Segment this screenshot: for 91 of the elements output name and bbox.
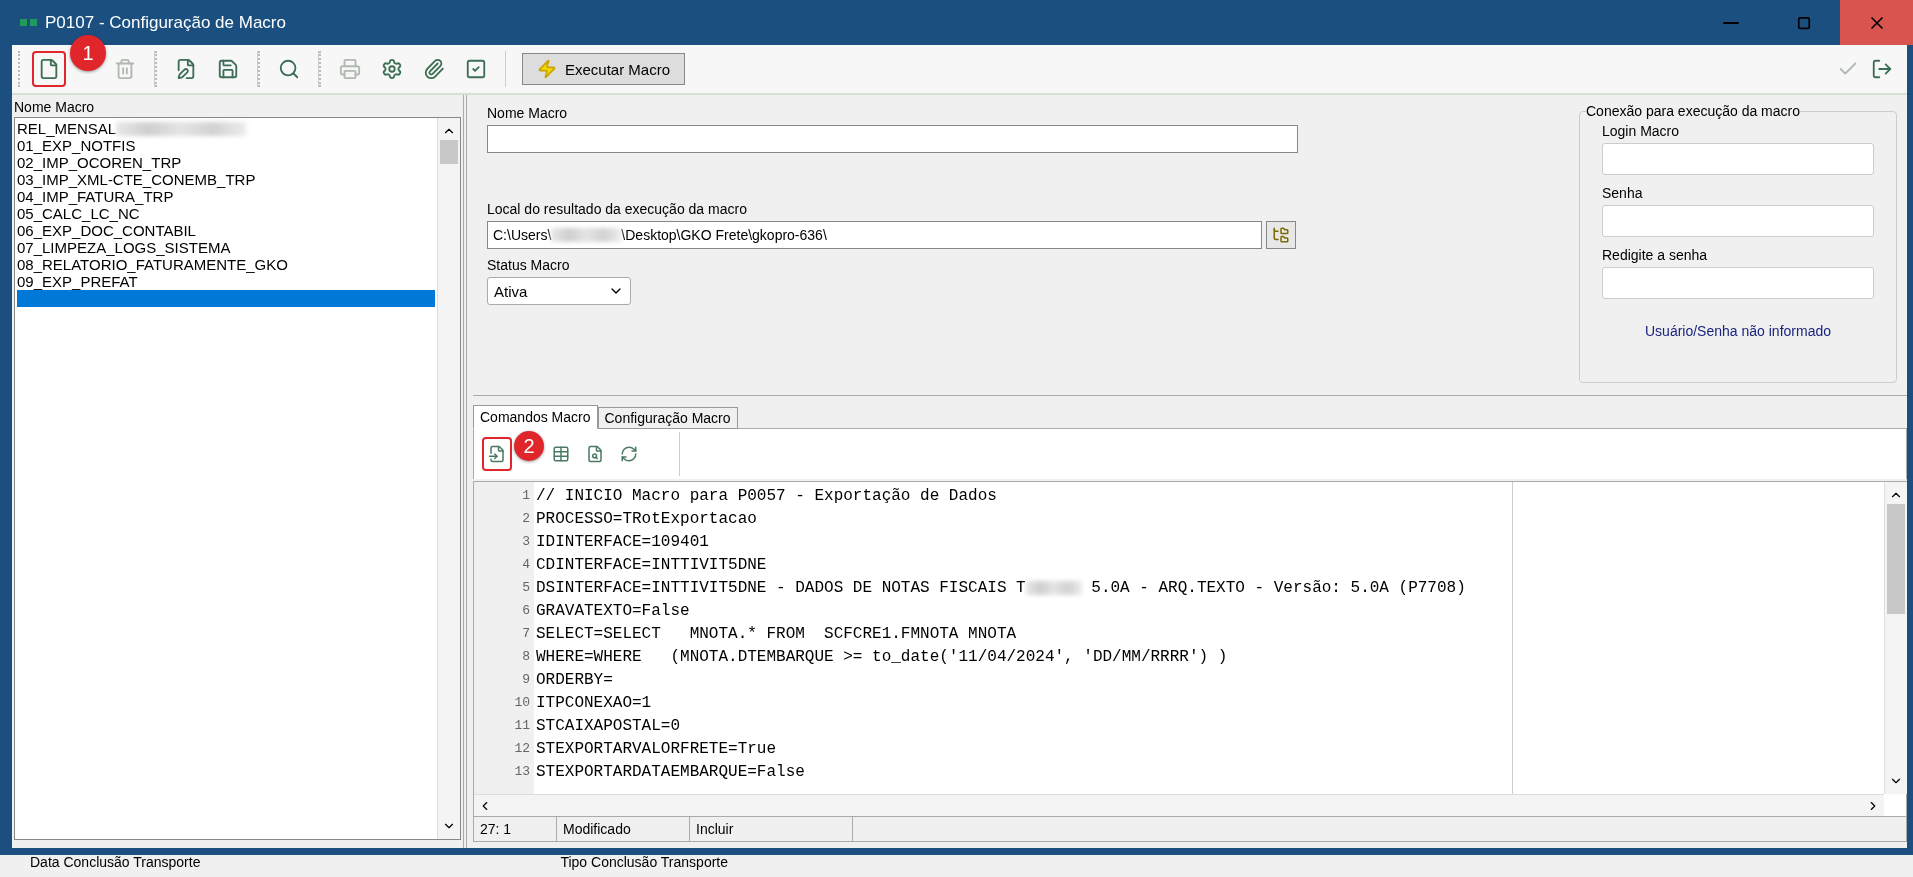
credentials-message: Usuário/Senha não informado xyxy=(1644,323,1832,339)
field-label: Login Macro xyxy=(1602,123,1681,139)
field-label: Redigite a senha xyxy=(1602,247,1709,263)
code-line: STEXPORTARVALORFRETE=True xyxy=(536,739,777,758)
table-icon xyxy=(552,445,570,463)
find-icon xyxy=(278,58,300,80)
code-line: WHERE=WHERE (MNOTA.DTEMBARQUE >= to_date('11/04/2024', 'DD/MM/RRRR') ) xyxy=(536,647,1228,666)
minimize-icon xyxy=(1722,21,1739,24)
macro-list-item[interactable]: 01_EXP_NOTFIS xyxy=(17,137,435,154)
result-path-field[interactable]: C:\Users\ \Desktop\GKO Frete\gkopro-636\ xyxy=(487,221,1262,249)
scrollbar[interactable] xyxy=(474,794,1884,816)
code-line: DSINTERFACE=INTTIVIT5DNE - DADOS DE NOTAS FISCAIS T xyxy=(536,578,1026,597)
background-label: Tipo Conclusão Transporte xyxy=(560,855,728,872)
status-text: Modificado xyxy=(557,817,690,841)
line-number: 10 xyxy=(513,695,531,710)
macro-list-item[interactable]: 04_IMP_FATURA_TRP xyxy=(17,188,435,205)
macro-name-field[interactable] xyxy=(487,125,1298,153)
macro-list-item[interactable]: 02_IMP_OCOREN_TRP xyxy=(17,154,435,171)
folder-tree-icon xyxy=(1272,226,1290,244)
line-number: 13 xyxy=(513,764,531,779)
status-text: Incluir xyxy=(690,817,853,841)
tab[interactable]: Configuração Macro xyxy=(597,407,738,429)
background-label: Data Conclusão Transporte xyxy=(30,855,201,872)
attach-icon xyxy=(423,58,445,80)
code-line: STCAIXAPOSTAL=0 xyxy=(536,716,681,735)
scrollbar[interactable] xyxy=(1884,482,1907,794)
code-line: ORDERBY= xyxy=(536,670,613,689)
code-line: SELECT=SELECT MNOTA.* FROM SCFCRE1.FMNOTA MNOTA xyxy=(536,624,1017,643)
code-line: CDINTERFACE=INTTIVIT5DNE xyxy=(536,555,767,574)
status-text: 27: 1 xyxy=(474,817,557,841)
refresh-icon xyxy=(620,445,638,463)
exit-icon xyxy=(1871,58,1893,80)
scroll-thumb[interactable] xyxy=(440,140,458,164)
search-icon xyxy=(586,445,604,463)
field-label: Nome Macro xyxy=(487,105,569,121)
code-line: ITPCONEXAO=1 xyxy=(536,693,652,712)
macro-list-item[interactable]: 03_IMP_XML-CTE_CONEMB_TRP xyxy=(17,171,435,188)
scroll-thumb[interactable] xyxy=(1887,504,1905,614)
callout-badge: 1 xyxy=(70,35,106,71)
line-number: 9 xyxy=(521,672,531,687)
app-icon xyxy=(20,19,37,26)
code-line: GRAVATEXTO=False xyxy=(536,601,690,620)
maximize-icon xyxy=(1796,15,1811,30)
code-line: PROCESSO=TRotExportacao xyxy=(536,509,757,528)
import-icon xyxy=(488,445,506,463)
macro-list-item[interactable]: REL_MENSAL xyxy=(17,120,435,137)
tab[interactable]: Comandos Macro xyxy=(473,405,598,429)
input-field[interactable] xyxy=(1602,143,1874,175)
field-label: Senha xyxy=(1602,185,1644,201)
line-number: 5 xyxy=(521,580,531,595)
scrollbar[interactable] xyxy=(437,118,460,839)
field-label: Status Macro xyxy=(487,257,571,273)
input-field[interactable] xyxy=(1602,205,1874,237)
settings-icon xyxy=(381,58,403,80)
group-title: Conexão para execução da macro xyxy=(1586,103,1801,119)
line-number: 6 xyxy=(521,603,531,618)
macro-list-item[interactable]: 07_LIMPEZA_LOGS_SISTEMA xyxy=(17,239,435,256)
status-dropdown[interactable]: Ativa xyxy=(487,277,631,305)
redaction-blur xyxy=(551,228,622,242)
line-number: 4 xyxy=(521,557,531,572)
macro-list-item[interactable]: 09_EXP_PREFAT xyxy=(17,273,435,290)
list-header: Nome Macro xyxy=(14,99,96,115)
line-number: 8 xyxy=(521,649,531,664)
macro-list-item[interactable]: 06_EXP_DOC_CONTABIL xyxy=(17,222,435,239)
line-number: 11 xyxy=(513,718,531,733)
line-number: 1 xyxy=(521,488,531,503)
callout-badge: 2 xyxy=(514,431,544,461)
input-field[interactable] xyxy=(1602,267,1874,299)
print-icon xyxy=(339,58,361,80)
macro-list-item[interactable]: 08_RELATORIO_FATURAMENTE_GKO xyxy=(17,256,435,273)
code-line: IDINTERFACE=109401 xyxy=(536,532,709,551)
edit-icon xyxy=(175,58,197,80)
code-line: 5.0A - ARQ.TEXTO - Versão: 5.0A (P7708) xyxy=(1090,578,1466,597)
line-number: 12 xyxy=(513,741,531,756)
line-number: 3 xyxy=(521,534,531,549)
code-editor[interactable] xyxy=(473,481,1907,817)
browse-button[interactable] xyxy=(1266,221,1296,249)
code-line: STEXPORTARDATAEMBARQUE=False xyxy=(536,762,805,781)
save-icon xyxy=(217,58,239,80)
field-label: Local do resultado da execução da macro xyxy=(487,201,748,217)
code-line: // INICIO Macro para P0057 - Exportação de Dados xyxy=(536,486,997,505)
run-macro-button[interactable]: Executar Macro xyxy=(522,53,686,85)
redaction-blur xyxy=(1025,580,1082,595)
lightning-icon xyxy=(537,59,557,79)
line-number: 2 xyxy=(521,511,531,526)
confirm-icon xyxy=(465,58,487,80)
line-number: 7 xyxy=(521,626,531,641)
macro-list-item[interactable]: 05_CALC_LC_NC xyxy=(17,205,435,222)
window-title: P0107 - Configuração de Macro xyxy=(45,12,287,33)
new-icon xyxy=(38,58,60,80)
delete-icon xyxy=(114,58,136,80)
